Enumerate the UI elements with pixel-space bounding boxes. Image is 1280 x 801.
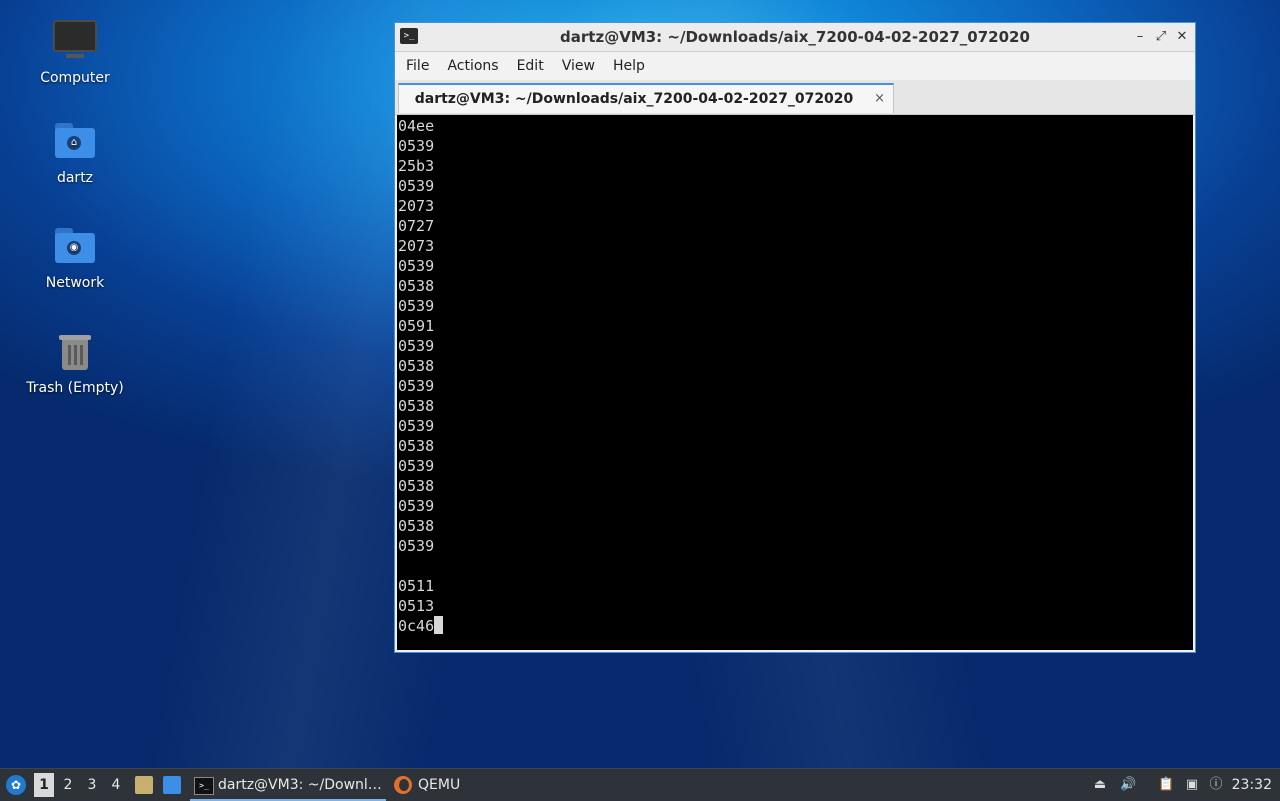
text-cursor bbox=[434, 616, 444, 634]
terminal-line: 0c46 bbox=[397, 616, 1193, 636]
terminal-line: 0591 bbox=[398, 317, 435, 335]
task-terminal[interactable]: >_ dartz@VM3: ~/Downl… bbox=[190, 769, 386, 801]
terminal-window: >_ dartz@VM3: ~/Downloads/aix_7200-04-02… bbox=[394, 22, 1196, 653]
terminal-tab[interactable]: dartz@VM3: ~/Downloads/aix_7200-04-02-20… bbox=[398, 83, 894, 113]
taskbar: ✿ 1 2 3 4 >_ dartz@VM3: ~/Downl… QEMU ⏏ … bbox=[0, 768, 1280, 801]
terminal-line: 0539 bbox=[398, 337, 435, 355]
task-qemu[interactable]: QEMU bbox=[390, 769, 508, 801]
workspace-4[interactable]: 4 bbox=[106, 769, 126, 801]
minimize-button[interactable]: – bbox=[1131, 27, 1149, 47]
menu-actions[interactable]: Actions bbox=[438, 52, 507, 80]
desktop-icon-label: Trash (Empty) bbox=[26, 380, 124, 396]
terminal-line: 0538 bbox=[398, 357, 435, 375]
terminal-line: 0727 bbox=[398, 217, 435, 235]
file-manager-icon[interactable] bbox=[135, 776, 153, 794]
terminal-icon: >_ bbox=[194, 777, 214, 795]
desktop-icon-computer[interactable]: Computer bbox=[20, 16, 130, 86]
task-label: dartz@VM3: ~/Downl… bbox=[218, 777, 382, 793]
tab-close-icon[interactable]: × bbox=[874, 85, 885, 113]
terminal-line: 0539 bbox=[398, 137, 435, 155]
desktop-icon-label: Computer bbox=[40, 70, 110, 86]
terminal-line: 0539 bbox=[398, 377, 435, 395]
terminal-line: 04ee bbox=[398, 117, 435, 135]
computer-icon bbox=[53, 20, 97, 64]
qemu-icon bbox=[394, 776, 412, 794]
terminal-line: 25b3 bbox=[398, 157, 435, 175]
start-menu-button[interactable]: ✿ bbox=[4, 769, 28, 801]
terminal-line: 0511 bbox=[398, 577, 435, 595]
terminal-line: 0539 bbox=[398, 457, 435, 475]
network-folder-icon: ◉ bbox=[53, 225, 97, 269]
workspace-2[interactable]: 2 bbox=[58, 769, 78, 801]
menu-view[interactable]: View bbox=[553, 52, 604, 80]
terminal-line: 0539 bbox=[398, 297, 435, 315]
terminal-line: 0539 bbox=[398, 537, 435, 555]
close-button[interactable]: ✕ bbox=[1173, 27, 1191, 47]
network-tray-icon[interactable]: ▣ bbox=[1184, 777, 1200, 793]
lxqt-logo-icon: ✿ bbox=[6, 775, 26, 795]
terminal-line: 0538 bbox=[398, 477, 435, 495]
terminal-line: 0539 bbox=[398, 497, 435, 515]
window-titlebar[interactable]: >_ dartz@VM3: ~/Downloads/aix_7200-04-02… bbox=[395, 23, 1195, 52]
terminal-line: 2073 bbox=[398, 237, 435, 255]
menu-file[interactable]: File bbox=[397, 52, 438, 80]
terminal-line: 0538 bbox=[398, 277, 435, 295]
terminal-line: 0538 bbox=[398, 397, 435, 415]
window-title: dartz@VM3: ~/Downloads/aix_7200-04-02-20… bbox=[560, 28, 1030, 46]
menubar: File Actions Edit View Help bbox=[395, 52, 1195, 80]
terminal-line: 0539 bbox=[398, 257, 435, 275]
terminal-line: 0513 bbox=[398, 597, 435, 615]
menu-edit[interactable]: Edit bbox=[508, 52, 553, 80]
tab-bar: dartz@VM3: ~/Downloads/aix_7200-04-02-20… bbox=[395, 80, 1195, 115]
menu-help[interactable]: Help bbox=[604, 52, 654, 80]
terminal-line: 0538 bbox=[398, 517, 435, 535]
desktop-icon-network[interactable]: ◉ Network bbox=[20, 225, 130, 291]
workspace-3[interactable]: 3 bbox=[82, 769, 102, 801]
terminal-line: 0539 bbox=[398, 177, 435, 195]
desktop-icon-label: dartz bbox=[56, 170, 94, 186]
desktop-icon-trash[interactable]: Trash (Empty) bbox=[20, 330, 130, 396]
terminal-line: 0539 bbox=[398, 417, 435, 435]
tab-title: dartz@VM3: ~/Downloads/aix_7200-04-02-20… bbox=[414, 91, 854, 107]
terminal-output[interactable]: 04ee 0539 25b3 0539 2073 0727 2073 0539 0538 0539… bbox=[397, 115, 1193, 650]
workspace-1[interactable]: 1 bbox=[34, 773, 54, 797]
task-label: QEMU bbox=[418, 777, 461, 793]
volume-icon[interactable]: 🔊 bbox=[1120, 777, 1136, 793]
desktop-icon-label: Network bbox=[45, 275, 105, 291]
terminal-line: 0538 bbox=[398, 437, 435, 455]
clock[interactable]: 23:32 bbox=[1232, 769, 1272, 801]
trash-icon bbox=[53, 330, 97, 374]
terminal-line: 2073 bbox=[398, 197, 435, 215]
show-desktop-icon[interactable] bbox=[163, 776, 181, 794]
home-folder-icon: ⌂ bbox=[53, 120, 97, 164]
notification-icon[interactable]: ⓘ bbox=[1208, 777, 1224, 793]
desktop-icon-home[interactable]: ⌂ dartz bbox=[20, 120, 130, 186]
maximize-button[interactable]: ⤢ bbox=[1152, 27, 1170, 47]
clipboard-icon[interactable]: 📋 bbox=[1158, 777, 1174, 793]
eject-icon[interactable]: ⏏ bbox=[1092, 777, 1108, 793]
